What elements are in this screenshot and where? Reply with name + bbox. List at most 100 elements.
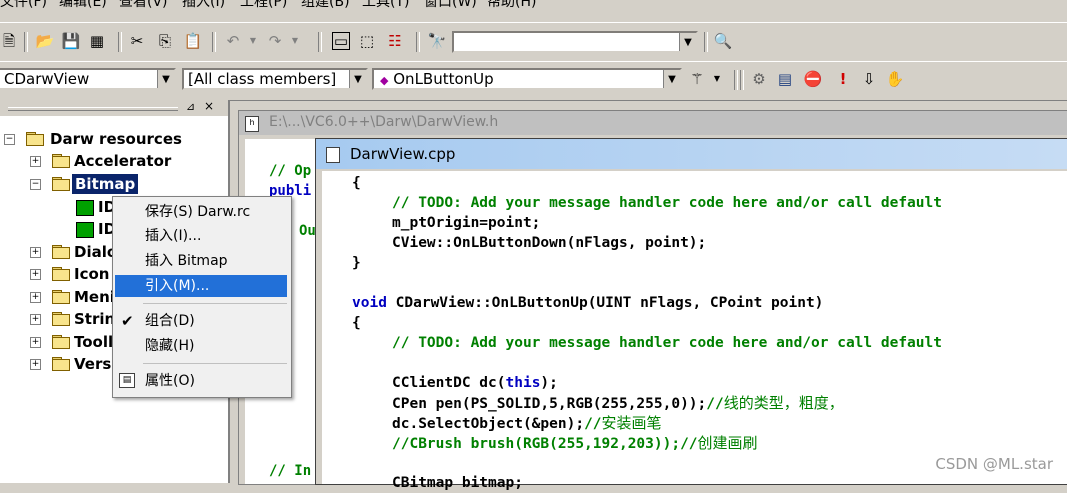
undo-dropdown-icon[interactable]: ▼ <box>244 32 262 50</box>
code-line: Ou <box>299 223 316 239</box>
toolbar-separator <box>212 32 216 52</box>
menu-item-hide[interactable]: 隐藏(H) <box>115 335 287 357</box>
wizard-toolbar: CDarwView ▼ [All class members] ▼ ◆ OnLB… <box>0 61 1067 101</box>
collapse-icon[interactable]: − <box>30 179 41 190</box>
code-line: dc.SelectObject(&pen);//安装画笔 <box>392 414 662 432</box>
menu-item-insert[interactable]: 插入(I)... <box>115 225 287 247</box>
tree-root[interactable]: − Darw resources <box>0 128 228 150</box>
menu-insert[interactable]: 插入(I) <box>182 0 225 12</box>
menu-item-save[interactable]: 保存(S) Darw.rc <box>115 201 287 223</box>
document-icon: h <box>245 116 259 132</box>
chevron-down-icon[interactable]: ▼ <box>663 70 680 88</box>
tree-panel-header: ⊿ × <box>0 99 228 116</box>
undo-icon[interactable]: ↶ <box>224 32 242 50</box>
menu-item-label: 插入(I)... <box>145 228 202 244</box>
folder-icon <box>52 357 70 371</box>
toolbar-separator <box>118 32 122 52</box>
tree-item-bitmap[interactable]: − Bitmap <box>0 173 228 195</box>
method-icon: ◆ <box>380 74 389 87</box>
menu-help[interactable]: 帮助(H) <box>487 0 536 12</box>
grip-bar[interactable] <box>8 107 178 111</box>
toolbar-separator <box>740 70 744 90</box>
expand-icon[interactable]: + <box>30 156 41 167</box>
workspace-icon[interactable]: ▭ <box>332 32 350 50</box>
execute-icon[interactable]: ! <box>834 70 852 88</box>
menu-item-docking[interactable]: ✔ 组合(D) <box>115 310 287 332</box>
compile-icon[interactable]: ⚙ <box>750 70 768 88</box>
close-icon[interactable]: × <box>204 99 214 113</box>
tree-item-label: Strin <box>74 310 116 328</box>
menu-item-properties[interactable]: ▤ 属性(O) <box>115 370 287 392</box>
cpp-code-area[interactable]: { // TODO: Add your message handler code… <box>322 171 1067 491</box>
paste-icon[interactable]: 📋 <box>184 32 203 50</box>
menu-item-insert-bitmap[interactable]: 插入 Bitmap <box>115 250 287 272</box>
build-icon[interactable]: ▤ <box>776 70 794 88</box>
tree-item-accelerator[interactable]: + Accelerator <box>0 150 228 172</box>
wizard-dropdown-icon[interactable]: ▼ <box>708 70 726 88</box>
folder-icon <box>52 290 70 304</box>
collapse-icon[interactable]: − <box>4 134 15 145</box>
menu-view[interactable]: 查看(V) <box>119 0 168 12</box>
class-combo[interactable]: CDarwView ▼ <box>0 68 176 90</box>
menu-build[interactable]: 组建(B) <box>301 0 350 12</box>
menu-bar: 文件(F) 编辑(E) 查看(V) 插入(I) 工程(P) 组建(B) 工具(T… <box>0 0 1067 14</box>
expand-icon[interactable]: + <box>30 292 41 303</box>
expand-icon[interactable]: + <box>30 314 41 325</box>
copy-icon[interactable]: ⎘ <box>156 32 174 50</box>
redo-dropdown-icon[interactable]: ▼ <box>286 32 304 50</box>
new-file-icon[interactable]: 🗎 <box>0 32 18 50</box>
output-icon[interactable]: ⬚ <box>358 32 376 50</box>
find-in-files-icon[interactable]: 🔭 <box>428 32 447 50</box>
code-line: { <box>352 315 361 331</box>
chevron-down-icon[interactable]: ▼ <box>679 33 696 51</box>
code-line: // TODO: Add your message handler code h… <box>392 195 942 211</box>
code-line: // TODO: Add your message handler code h… <box>392 335 942 351</box>
redo-icon[interactable]: ↷ <box>266 32 284 50</box>
window-list-icon[interactable]: ☷ <box>386 32 404 50</box>
breakpoint-hand-icon[interactable]: ✋ <box>886 70 905 88</box>
menu-item-import[interactable]: 引入(M)... <box>115 275 287 297</box>
cpp-editor-titlebar[interactable]: DarwView.cpp <box>316 139 1067 169</box>
check-icon: ✔ <box>121 312 134 330</box>
filter-combo[interactable]: [All class members] ▼ <box>182 68 368 90</box>
expand-icon[interactable]: + <box>30 359 41 370</box>
find-icon[interactable]: 🔍 <box>714 32 733 50</box>
context-menu: 保存(S) Darw.rc 插入(I)... 插入 Bitmap 引入(M)..… <box>112 196 292 398</box>
menu-edit[interactable]: 编辑(E) <box>59 0 107 12</box>
member-combo[interactable]: ◆ OnLButtonUp ▼ <box>372 68 682 90</box>
stop-build-icon[interactable]: ⛔ <box>804 70 823 88</box>
menu-item-label: 引入(M)... <box>145 278 210 294</box>
menu-window[interactable]: 窗口(W) <box>424 0 477 12</box>
expand-icon[interactable]: + <box>30 337 41 348</box>
tree-item-label: Icon <box>74 265 110 283</box>
menu-file[interactable]: 文件(F) <box>0 0 47 12</box>
find-combo[interactable]: ▼ <box>452 31 698 53</box>
code-line: CBitmap bitmap; <box>392 475 523 491</box>
code-line: } <box>352 255 361 271</box>
header-editor-titlebar[interactable]: h E:\...\VC6.0++\Darw\DarwView.h <box>239 111 1067 135</box>
folder-icon <box>52 312 70 326</box>
save-icon[interactable]: 💾 <box>62 32 81 50</box>
member-combo-value: ◆ OnLButtonUp <box>380 70 494 90</box>
open-folder-icon[interactable]: 📂 <box>36 32 55 50</box>
code-line: void CDarwView::OnLButtonUp(UINT nFlags,… <box>352 295 824 311</box>
expand-icon[interactable]: + <box>30 247 41 258</box>
menu-project[interactable]: 工程(P) <box>240 0 287 12</box>
code-line: // In <box>269 463 312 479</box>
dock-icon[interactable]: ⊿ <box>186 100 195 113</box>
chevron-down-icon[interactable]: ▼ <box>349 70 366 88</box>
folder-open-icon <box>52 177 70 191</box>
menu-tools[interactable]: 工具(T) <box>362 0 409 12</box>
tree-item-label: Tooll <box>74 333 114 351</box>
save-all-icon[interactable]: ▦ <box>88 32 106 50</box>
toolbar-separator <box>416 32 420 52</box>
wizard-wand-icon[interactable]: ⚚ <box>688 70 706 88</box>
cut-icon[interactable]: ✂ <box>128 32 146 50</box>
chevron-down-icon[interactable]: ▼ <box>157 70 174 88</box>
cpp-editor-window[interactable]: DarwView.cpp { // TODO: Add your message… <box>315 138 1067 491</box>
header-editor-title: E:\...\VC6.0++\Darw\DarwView.h <box>269 114 499 130</box>
tree-item-label: Bitmap <box>72 174 139 194</box>
go-icon[interactable]: ⇩ <box>860 70 878 88</box>
expand-icon[interactable]: + <box>30 269 41 280</box>
code-line: CClientDC dc(this); <box>392 375 558 391</box>
